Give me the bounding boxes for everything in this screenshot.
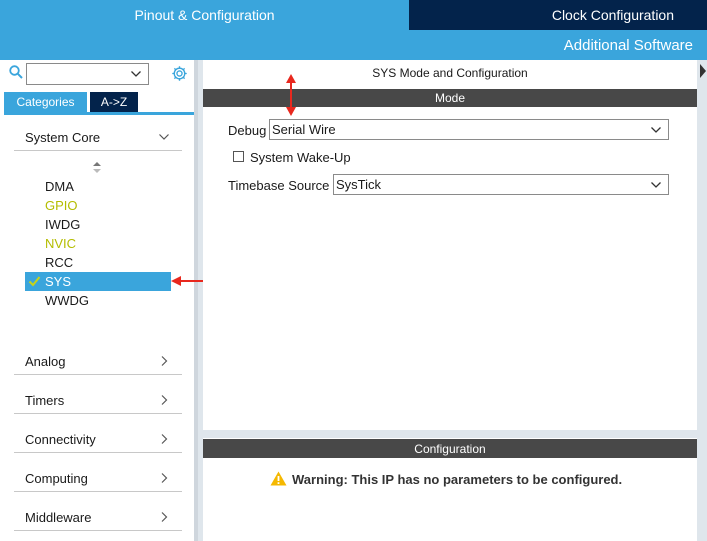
core-item-label: RCC: [45, 255, 74, 270]
core-item-label: GPIO: [45, 198, 78, 213]
additional-software-link[interactable]: Additional Software: [564, 37, 693, 54]
chevron-down-icon[interactable]: [130, 68, 142, 80]
right-panel-scrollbar[interactable]: [698, 82, 707, 541]
core-item-gpio[interactable]: GPIO: [25, 196, 171, 215]
section-connectivity-label: Connectivity: [25, 432, 96, 447]
annotation-arrow-icon: [171, 276, 203, 286]
core-item-label: DMA: [45, 179, 74, 194]
section-connectivity[interactable]: Connectivity: [14, 427, 182, 453]
core-item-label: SYS: [45, 274, 72, 289]
chevron-down-icon: [159, 134, 169, 140]
core-item-iwdg[interactable]: IWDG: [25, 215, 171, 234]
tab-clock-configuration[interactable]: Clock Configuration: [409, 0, 707, 30]
tab-a-z-label: A->Z: [100, 95, 128, 109]
chevron-down-icon: [651, 182, 661, 188]
timebase-select[interactable]: SysTick: [333, 174, 669, 195]
core-item-rcc[interactable]: RCC: [25, 253, 171, 272]
search-icon[interactable]: [9, 65, 23, 79]
mode-card: [203, 60, 697, 430]
category-tabs: Categories A->Z: [4, 92, 138, 112]
tab-categories-label: Categories: [16, 95, 75, 109]
core-item-nvic[interactable]: NVIC: [25, 234, 171, 253]
annotation-arrow-icon: [286, 74, 296, 116]
tab-a-z[interactable]: A->Z: [90, 92, 138, 112]
configuration-section-header: Configuration: [203, 439, 697, 458]
section-analog-label: Analog: [25, 354, 66, 369]
core-item-label: NVIC: [45, 236, 77, 251]
warning-icon: [270, 471, 287, 486]
chevron-right-icon: [161, 395, 168, 405]
timebase-label: Timebase Source: [228, 178, 330, 193]
section-timers[interactable]: Timers: [14, 388, 182, 414]
check-icon: [28, 276, 41, 287]
core-item-sys[interactable]: SYS: [25, 272, 171, 291]
sort-icon[interactable]: [92, 161, 102, 174]
core-item-wwdg[interactable]: WWDG: [25, 291, 171, 310]
mode-section-label: Mode: [434, 91, 466, 105]
tab-underline: [4, 112, 194, 115]
timebase-select-value: SysTick: [336, 177, 382, 192]
tab-pinout-configuration[interactable]: Pinout & Configuration: [0, 0, 409, 30]
search-input[interactable]: [26, 63, 149, 85]
warning-message: Warning: This IP has no parameters to be…: [292, 472, 623, 487]
section-timers-label: Timers: [25, 393, 65, 408]
debug-label: Debug: [228, 123, 267, 138]
tab-clock-label: Clock Configuration: [551, 7, 674, 23]
section-analog[interactable]: Analog: [14, 349, 182, 375]
chevron-right-icon: [161, 473, 168, 483]
core-item-label: IWDG: [45, 217, 81, 232]
section-computing[interactable]: Computing: [14, 466, 182, 492]
core-item-dma[interactable]: DMA: [25, 177, 171, 196]
debug-select-value: Serial Wire: [272, 122, 336, 137]
page-title: SYS Mode and Configuration: [372, 66, 528, 80]
collapse-panel-icon[interactable]: [697, 60, 707, 82]
core-item-label: WWDG: [45, 293, 90, 308]
configuration-section-label: Configuration: [414, 441, 486, 456]
debug-select[interactable]: Serial Wire: [269, 119, 669, 140]
section-middleware[interactable]: Middleware: [14, 505, 182, 531]
system-wakeup-checkbox[interactable]: [233, 151, 244, 162]
section-system-core[interactable]: System Core: [14, 125, 182, 151]
mode-section-header: Mode: [203, 89, 697, 107]
subbar: Additional Software: [0, 30, 707, 60]
gear-icon[interactable]: [171, 65, 188, 82]
chevron-right-icon: [161, 434, 168, 444]
tab-categories[interactable]: Categories: [4, 92, 87, 112]
chevron-down-icon: [651, 127, 661, 133]
system-wakeup-label: System Wake-Up: [250, 150, 351, 165]
tab-pinout-label: Pinout & Configuration: [134, 7, 275, 23]
chevron-right-icon: [161, 356, 168, 366]
section-computing-label: Computing: [25, 471, 88, 486]
section-system-core-label: System Core: [25, 130, 101, 145]
section-middleware-label: Middleware: [25, 510, 92, 525]
chevron-right-icon: [161, 512, 168, 522]
